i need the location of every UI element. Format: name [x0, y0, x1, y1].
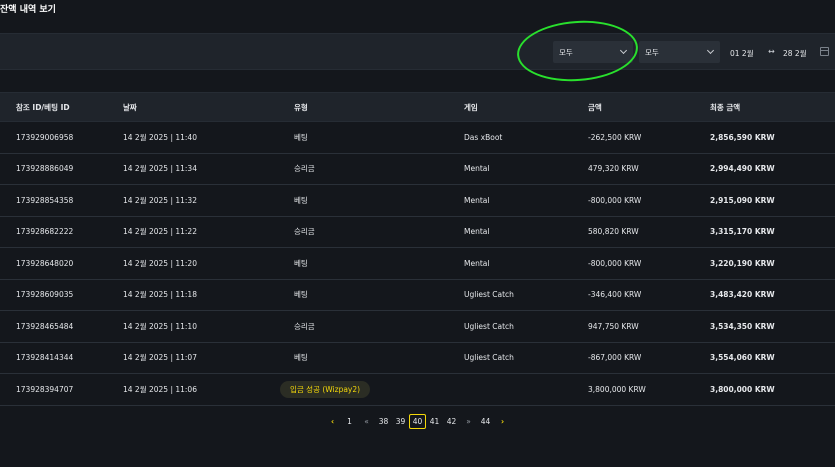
- cell-final-amount: 3,315,170 KRW: [710, 216, 835, 248]
- balance-history-page: 잔액 내역 보기 모두 모두 01 2월 ↔ 28 2월 참조 ID/베팅 ID…: [0, 0, 835, 467]
- calendar-icon[interactable]: [820, 47, 829, 56]
- cell-reference-id: 173928854358: [0, 184, 123, 217]
- page-button-first[interactable]: 1: [341, 414, 358, 429]
- page-title: 잔액 내역 보기: [0, 5, 56, 15]
- cell-type: 베팅: [294, 247, 464, 280]
- jump-back-button[interactable]: «: [358, 414, 375, 429]
- cell-date: 14 2월 2025 | 11:40: [123, 121, 294, 154]
- table-row: 173928648020 14 2월 2025 | 11:20 베팅 Menta…: [0, 247, 835, 280]
- table-row: 173928465484 14 2월 2025 | 11:10 승리금 Ugli…: [0, 310, 835, 343]
- balance-history-table: 참조 ID/베팅 ID 날짜 유형 게임 금액 최종 금액 1739290069…: [0, 92, 835, 406]
- table-row: 173928854358 14 2월 2025 | 11:32 베팅 Menta…: [0, 184, 835, 217]
- cell-final-amount: 2,915,090 KRW: [710, 184, 835, 217]
- cell-amount: -867,000 KRW: [588, 342, 710, 374]
- column-header-amount: 금액: [588, 92, 710, 122]
- game-filter-value: 모두: [645, 47, 659, 57]
- previous-page-button[interactable]: ‹: [324, 414, 341, 429]
- cell-date: 14 2월 2025 | 11:34: [123, 153, 294, 185]
- table-row: 173928682222 14 2월 2025 | 11:22 승리금 Ment…: [0, 216, 835, 248]
- cell-type: 승리금: [294, 153, 464, 185]
- cell-type: 베팅: [294, 342, 464, 374]
- cell-type: 베팅: [294, 184, 464, 217]
- cell-final-amount: 2,856,590 KRW: [710, 121, 835, 154]
- deposit-status-label: 입금 성공 (Wizpay2): [280, 380, 371, 398]
- type-filter-select[interactable]: 모두: [553, 41, 633, 63]
- cell-amount: -800,000 KRW: [588, 184, 710, 217]
- date-range-arrow-icon: ↔: [768, 47, 775, 56]
- table-row: 173928414344 14 2월 2025 | 11:07 베팅 Uglie…: [0, 342, 835, 374]
- filter-bar: 모두 모두 01 2월 ↔ 28 2월: [0, 33, 835, 70]
- chevron-down-icon: [619, 46, 628, 55]
- column-header-game: 게임: [464, 92, 588, 122]
- column-header-final-amount: 최종 금액: [710, 92, 835, 122]
- column-header-date: 날짜: [123, 92, 294, 122]
- cell-type: 승리금: [294, 216, 464, 248]
- cell-amount: 947,750 KRW: [588, 310, 710, 343]
- cell-type: 베팅: [294, 121, 464, 154]
- table-row: 173928609035 14 2월 2025 | 11:18 베팅 Uglie…: [0, 279, 835, 311]
- cell-date: 14 2월 2025 | 11:20: [123, 247, 294, 280]
- table-row: 173928394707 14 2월 2025 | 11:06 입금 성공 (W…: [0, 373, 835, 406]
- cell-date: 14 2월 2025 | 11:06: [123, 373, 294, 406]
- cell-reference-id: 173928886049: [0, 153, 123, 185]
- page-button[interactable]: 38: [375, 414, 392, 429]
- table-header-row: 참조 ID/베팅 ID 날짜 유형 게임 금액 최종 금액: [0, 92, 835, 122]
- column-header-reference-id: 참조 ID/베팅 ID: [0, 92, 123, 122]
- cell-final-amount: 3,220,190 KRW: [710, 247, 835, 280]
- cell-reference-id: 173928609035: [0, 279, 123, 311]
- cell-type: 승리금: [294, 310, 464, 343]
- page-button-last[interactable]: 44: [477, 414, 494, 429]
- page-button[interactable]: 39: [392, 414, 409, 429]
- cell-final-amount: 3,800,000 KRW: [710, 373, 835, 406]
- column-header-type: 유형: [294, 92, 464, 122]
- table-row: 173929006958 14 2월 2025 | 11:40 베팅 Das x…: [0, 121, 835, 154]
- cell-amount: 580,820 KRW: [588, 216, 710, 248]
- cell-final-amount: 3,534,350 KRW: [710, 310, 835, 343]
- cell-game: Ugliest Catch: [464, 310, 588, 343]
- next-page-button[interactable]: ›: [494, 414, 511, 429]
- cell-final-amount: 3,554,060 KRW: [710, 342, 835, 374]
- pagination: ‹ 1 « 38 39 40 41 42 » 44 ›: [0, 413, 835, 429]
- cell-amount: -262,500 KRW: [588, 121, 710, 154]
- cell-date: 14 2월 2025 | 11:32: [123, 184, 294, 217]
- cell-reference-id: 173928648020: [0, 247, 123, 280]
- cell-game: Ugliest Catch: [464, 342, 588, 374]
- cell-game: [464, 373, 588, 406]
- current-page-button[interactable]: 40: [409, 413, 426, 429]
- cell-reference-id: 173928682222: [0, 216, 123, 248]
- cell-amount: 3,800,000 KRW: [588, 373, 710, 406]
- cell-game: Mental: [464, 184, 588, 217]
- cell-date: 14 2월 2025 | 11:10: [123, 310, 294, 343]
- cell-amount: -346,400 KRW: [588, 279, 710, 311]
- cell-game: Ugliest Catch: [464, 279, 588, 311]
- cell-type: 입금 성공 (Wizpay2): [280, 373, 464, 406]
- cell-game: Das xBoot: [464, 121, 588, 154]
- cell-amount: -800,000 KRW: [588, 247, 710, 280]
- cell-game: Mental: [464, 247, 588, 280]
- page-button[interactable]: 42: [443, 414, 460, 429]
- cell-game: Mental: [464, 153, 588, 185]
- cell-reference-id: 173928394707: [0, 373, 123, 406]
- cell-reference-id: 173928414344: [0, 342, 123, 374]
- page-button[interactable]: 41: [426, 414, 443, 429]
- cell-game: Mental: [464, 216, 588, 248]
- cell-date: 14 2월 2025 | 11:22: [123, 216, 294, 248]
- cell-reference-id: 173929006958: [0, 121, 123, 154]
- cell-reference-id: 173928465484: [0, 310, 123, 343]
- table-row: 173928886049 14 2월 2025 | 11:34 승리금 Ment…: [0, 153, 835, 185]
- date-from[interactable]: 01 2월: [730, 48, 754, 59]
- cell-date: 14 2월 2025 | 11:18: [123, 279, 294, 311]
- jump-forward-button[interactable]: »: [460, 414, 477, 429]
- chevron-down-icon: [706, 46, 715, 55]
- game-filter-select[interactable]: 모두: [639, 41, 720, 63]
- cell-type: 베팅: [294, 279, 464, 311]
- cell-amount: 479,320 KRW: [588, 153, 710, 185]
- cell-final-amount: 2,994,490 KRW: [710, 153, 835, 185]
- cell-final-amount: 3,483,420 KRW: [710, 279, 835, 311]
- type-filter-value: 모두: [559, 47, 573, 57]
- cell-date: 14 2월 2025 | 11:07: [123, 342, 294, 374]
- date-to[interactable]: 28 2월: [783, 48, 807, 59]
